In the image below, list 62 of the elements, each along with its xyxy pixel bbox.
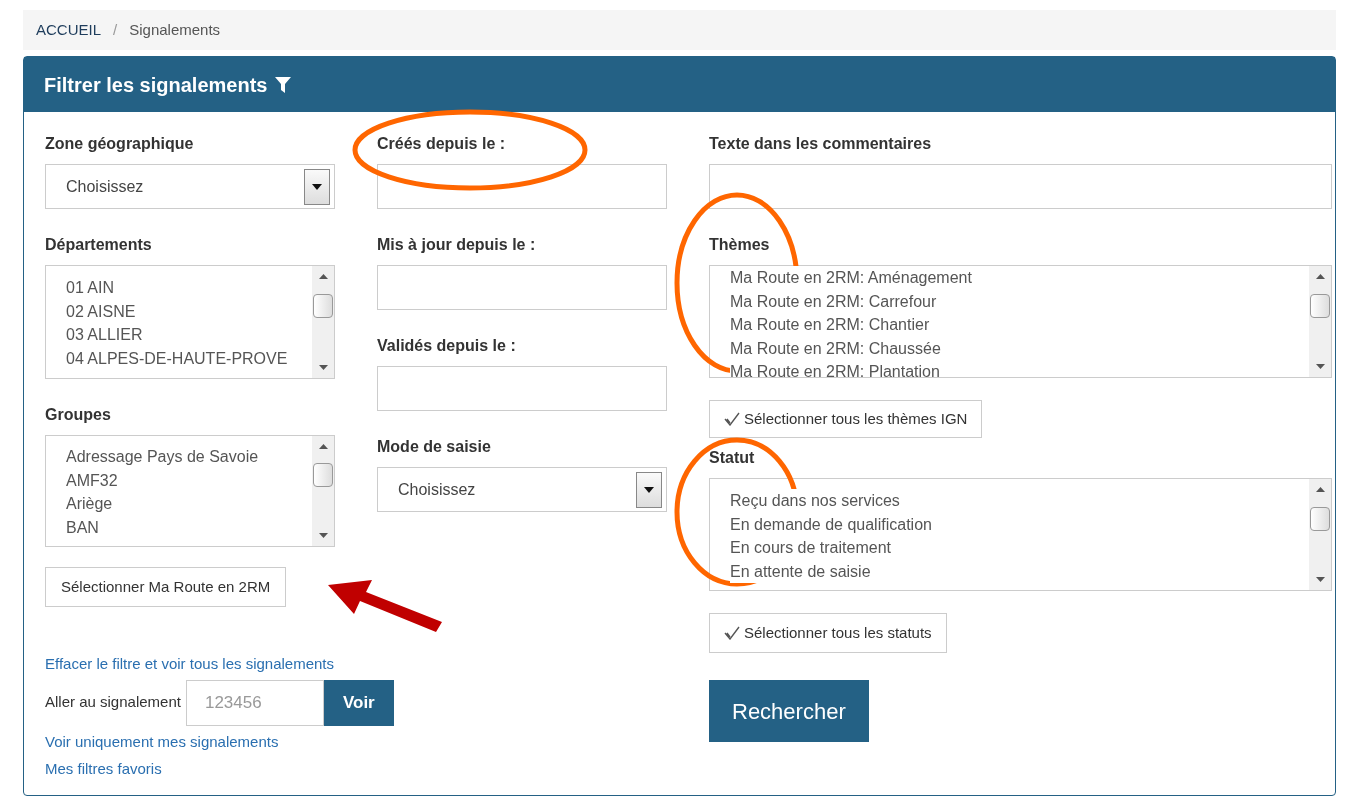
list-option[interactable]: Ma Route en 2RM: Chaussée (730, 336, 941, 360)
select-all-themes-button[interactable]: Sélectionner tous les thèmes IGN (709, 400, 983, 438)
breadcrumb-separator: / (112, 19, 119, 40)
input-field[interactable] (377, 164, 667, 209)
field-label: Mis à jour depuis le : (377, 235, 537, 255)
scroll-thumb[interactable] (313, 294, 333, 318)
checkmark-icon (724, 412, 740, 426)
input-field[interactable] (377, 366, 667, 411)
scroll-thumb[interactable] (1310, 293, 1330, 318)
scroll-up-icon[interactable] (318, 274, 328, 279)
list-box[interactable]: Adressage Pays de Savoie AMF32 Ariège BAN (45, 435, 335, 547)
scrollbar[interactable] (1309, 479, 1331, 590)
report-number-field[interactable]: 123456 (185, 679, 324, 726)
input-field[interactable] (709, 164, 1332, 209)
dropdown[interactable]: Choisissez (45, 164, 335, 209)
field-label: Groupes (45, 405, 112, 425)
panel-title: Filtrer les signalements (44, 72, 268, 98)
list-box[interactable]: 01 AIN 02 AISNE 03 ALLIER 04 ALPES-DE-HAUTE-PROVE (45, 265, 335, 379)
list-box[interactable]: Ma Route en 2RM: Aménagement Ma Route en 2RM: Carrefour Ma Route en 2RM: Chantier Ma Route en 2RM: Chaussée Ma Route en 2RM: Plantation (709, 265, 1332, 378)
clear-filter-link[interactable]: Effacer le filtre et voir tous les signalements (45, 653, 335, 676)
scroll-down-icon[interactable] (318, 533, 328, 538)
view-button[interactable]: Voir (323, 679, 394, 726)
checkmark-icon (724, 626, 740, 640)
list-option[interactable]: Ma Route en 2RM: Plantation (730, 360, 940, 377)
filter-link[interactable]: Voir uniquement mes signalements (45, 730, 335, 753)
input-field[interactable] (377, 265, 667, 310)
scrollbar[interactable] (1309, 266, 1331, 377)
scroll-down-icon[interactable] (1315, 364, 1325, 369)
list-box[interactable]: Reçu dans nos services En demande de qualification En cours de traitement En attente de saisie (709, 478, 1332, 591)
select-group-button[interactable]: Sélectionner Ma Route en 2RM (45, 567, 287, 607)
search-button[interactable]: Rechercher (709, 680, 869, 742)
field-label: Départements (45, 235, 153, 255)
list-option[interactable]: En attente de saisie (730, 559, 871, 583)
field-label: Validés depuis le : (377, 336, 517, 356)
scroll-down-icon[interactable] (1315, 577, 1325, 582)
field-label: Zone géographique (45, 134, 195, 154)
list-option[interactable]: Ma Route en 2RM: Chantier (730, 313, 930, 337)
list-option[interactable]: Ma Route en 2RM: Aménagement (730, 266, 972, 290)
scrollbar[interactable] (312, 436, 334, 546)
list-option[interactable]: En cours de traitement (730, 536, 891, 560)
breadcrumb-current: Signalements (129, 19, 221, 40)
breadcrumb-link[interactable]: ACCUEIL (36, 18, 102, 42)
select-all-statuses-button[interactable]: Sélectionner tous les statuts (709, 613, 947, 653)
list-option[interactable]: En demande de qualification (730, 512, 932, 536)
field-label: Créés depuis le : (377, 134, 507, 154)
scroll-down-icon[interactable] (318, 365, 328, 370)
scroll-thumb[interactable] (1310, 506, 1330, 531)
goto-label: Aller au signalement (45, 692, 181, 713)
field-label: Statut (709, 448, 756, 468)
list-option[interactable]: Ma Route en 2RM: Carrefour (730, 289, 937, 313)
scroll-up-icon[interactable] (1315, 274, 1325, 279)
filter-icon (275, 76, 292, 93)
scroll-thumb[interactable] (313, 463, 333, 487)
dropdown[interactable]: Choisissez (377, 467, 667, 512)
field-label: Mode de saisie (377, 437, 492, 457)
field-label: Texte dans les commentaires (709, 134, 933, 154)
field-label: Thèmes (709, 235, 771, 255)
filter-link[interactable]: Mes filtres favoris (45, 758, 335, 781)
list-option[interactable]: Reçu dans nos services (730, 489, 900, 513)
scroll-up-icon[interactable] (1315, 487, 1325, 492)
scrollbar[interactable] (312, 266, 334, 378)
scroll-up-icon[interactable] (318, 444, 328, 449)
